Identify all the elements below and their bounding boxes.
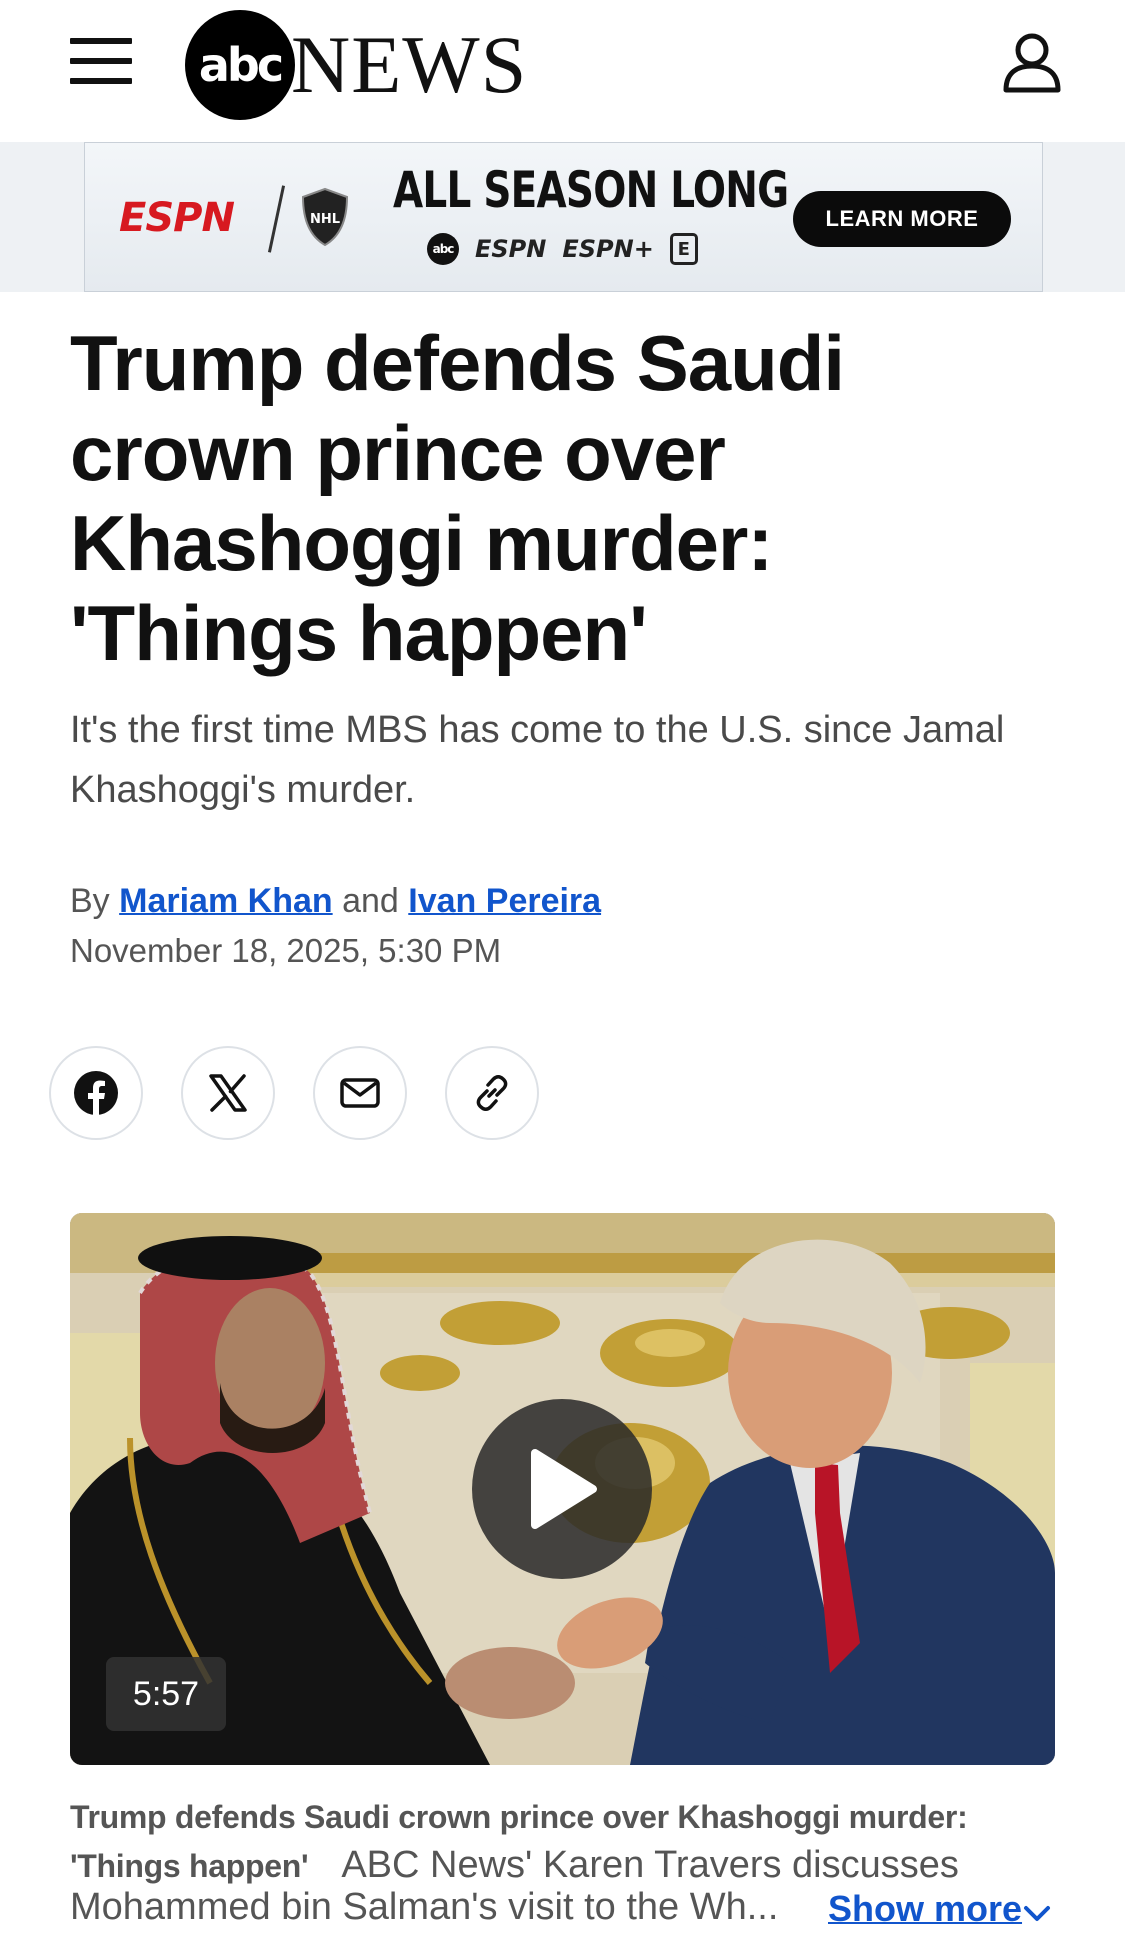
share-facebook-button[interactable] <box>49 1046 143 1140</box>
ad-learn-more-button[interactable]: LEARN MORE <box>793 191 1011 247</box>
espn-nhl-ad-banner[interactable]: ESPN NHL ALL SEASON LONG abc ESPN ESPN+ … <box>84 142 1043 292</box>
video-caption: Trump defends Saudi crown prince over Kh… <box>70 1792 1060 1890</box>
espn-network-logo: ESPN <box>475 235 547 263</box>
espn-logo: ESPN <box>119 195 235 241</box>
video-caption-description: ABC News' Karen Travers discusses <box>341 1844 959 1886</box>
show-more-link[interactable]: Show more <box>828 1888 1022 1930</box>
espn-plus-network-logo: ESPN+ <box>562 235 654 263</box>
ad-network-logos: abc ESPN ESPN+ E <box>427 233 698 265</box>
author-link-mariam-khan[interactable]: Mariam Khan <box>119 882 333 920</box>
publish-date: November 18, 2025, 5:30 PM <box>70 932 502 969</box>
chevron-down-icon[interactable] <box>1022 1902 1052 1926</box>
facebook-icon <box>74 1071 118 1115</box>
user-account-icon[interactable] <box>1000 30 1064 94</box>
e-network-logo: E <box>669 233 698 265</box>
video-player[interactable]: 5:57 <box>70 1213 1055 1765</box>
byline-and: and <box>342 882 399 920</box>
link-icon <box>476 1075 508 1111</box>
play-button[interactable] <box>472 1399 652 1579</box>
abc-logo-mark: abc <box>185 10 295 120</box>
article-dek: It's the first time MBS has come to the … <box>70 709 1005 811</box>
author-link-ivan-pereira[interactable]: Ivan Pereira <box>408 882 601 920</box>
abc-network-logo: abc <box>427 233 459 265</box>
abc-news-logo[interactable]: abc NEWS <box>185 10 527 120</box>
nhl-shield-icon: NHL <box>301 187 349 247</box>
ad-divider <box>267 185 286 253</box>
video-duration-badge: 5:57 <box>106 1657 226 1731</box>
share-email-button[interactable] <box>313 1046 407 1140</box>
hamburger-menu-icon[interactable] <box>70 38 132 84</box>
play-icon <box>531 1449 597 1529</box>
article-headline: Trump defends Saudi crown prince over Kh… <box>70 319 845 677</box>
x-icon <box>209 1074 247 1112</box>
copy-link-button[interactable] <box>445 1046 539 1140</box>
share-x-button[interactable] <box>181 1046 275 1140</box>
byline: By Mariam Khan and Ivan Pereira <box>70 882 601 921</box>
svg-text:NHL: NHL <box>310 212 340 227</box>
site-header: abc NEWS <box>0 0 1125 142</box>
video-caption-description-cont: Mohammed bin Salman's visit to the Wh... <box>70 1886 779 1928</box>
news-wordmark: NEWS <box>291 19 528 110</box>
byline-by: By <box>70 882 110 920</box>
ad-headline: ALL SEASON LONG <box>393 161 789 219</box>
email-icon <box>340 1078 380 1108</box>
